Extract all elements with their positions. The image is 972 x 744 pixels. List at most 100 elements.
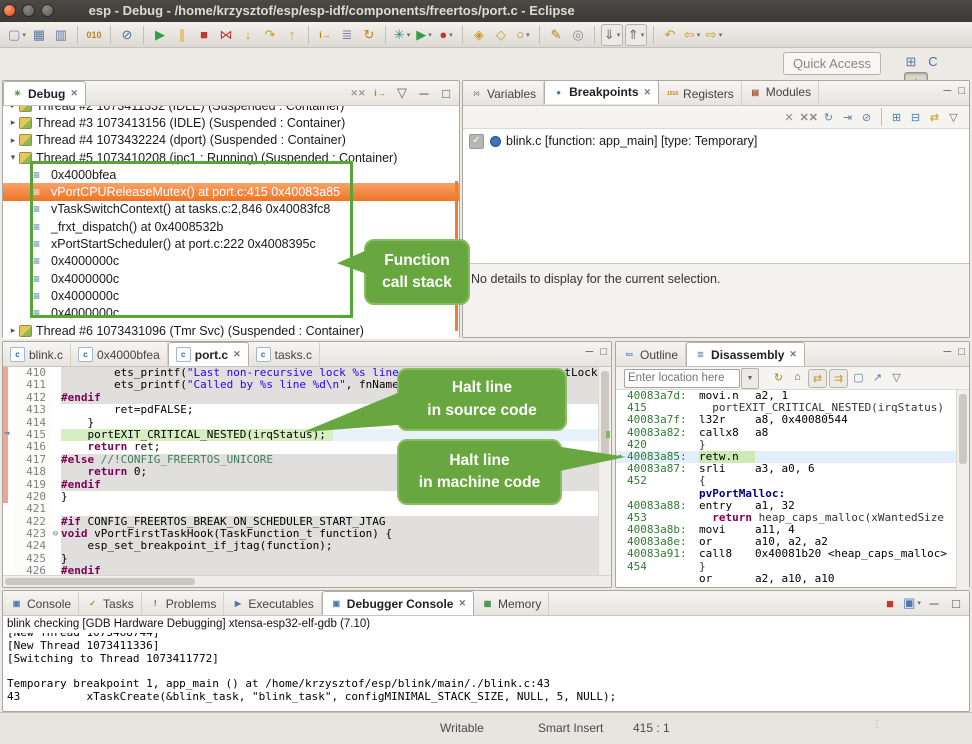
minimize-icon[interactable]: ─	[924, 593, 944, 613]
view-menu-icon[interactable]: ▽	[392, 83, 412, 103]
breakpoint-list-item[interactable]: ✓ blink.c [function: app_main] [type: Te…	[463, 129, 969, 150]
disasm-instruction-row[interactable]: 40083a7f:l32ra8, 0x40080544	[616, 414, 969, 426]
stack-frame[interactable]: ≡vTaskSwitchContext() at tasks.c:2,846 0…	[3, 201, 459, 218]
window-minimize-button[interactable]	[22, 4, 35, 17]
statusbar-drag-handle[interactable]: ⋮	[872, 719, 881, 730]
editor-annotation-column[interactable]	[3, 466, 14, 478]
open-perspective-icon[interactable]: ⊞	[901, 52, 921, 72]
terminate-icon[interactable]: ■	[194, 25, 214, 45]
mark-occurrences-icon[interactable]: ◎	[568, 25, 588, 45]
editor-line-424[interactable]: 424 esp_set_breakpoint_if_jtag(function)…	[3, 540, 599, 552]
binary-counter-icon[interactable]: 010	[84, 25, 104, 45]
next-annotation-icon[interactable]: ⇓▾	[601, 24, 623, 46]
maximize-button[interactable]: □	[958, 346, 965, 358]
thread-row[interactable]: ▾Thread #5 1073410208 (ipc1 : Running) (…	[3, 149, 459, 166]
track-pc-toggle-icon[interactable]: ⇉	[829, 369, 848, 388]
line-number[interactable]: 418	[14, 466, 50, 478]
back-history-icon[interactable]: ↶	[660, 25, 680, 45]
line-number[interactable]: 424	[14, 540, 50, 552]
thread-row[interactable]: ▸Thread #2 1073411332 (IDLE) (Suspended …	[3, 106, 459, 114]
use-step-filters-icon[interactable]: ≣	[337, 25, 357, 45]
back-icon[interactable]: ⇦▾	[682, 25, 702, 45]
line-number[interactable]: 411	[14, 379, 50, 391]
open-resource-icon[interactable]: ◇	[491, 25, 511, 45]
editor-line-420[interactable]: 420}	[3, 491, 599, 503]
debug-icon[interactable]: ✳▾	[392, 25, 412, 45]
disasm-source-row[interactable]: 454}	[616, 561, 969, 573]
editor-annotation-column[interactable]	[3, 503, 14, 515]
open-element-icon[interactable]: ◈	[469, 25, 489, 45]
home-icon[interactable]: ⌂	[789, 369, 806, 386]
tab-registers[interactable]: 1010Registers	[659, 82, 742, 105]
editor-line-419[interactable]: 419#endif	[3, 479, 599, 491]
collapse-all-icon[interactable]: ⊟	[907, 109, 924, 126]
tab-close-icon[interactable]: ✕	[70, 88, 78, 99]
location-input[interactable]	[624, 369, 740, 388]
maximize-icon[interactable]: □	[946, 593, 966, 613]
view-menu-icon[interactable]: ▽	[888, 369, 905, 386]
tab-disassembly[interactable]: ≣Disassembly✕	[686, 342, 805, 366]
save-all-icon[interactable]: ▥	[51, 25, 71, 45]
tab-breakpoints[interactable]: ●Breakpoints✕	[544, 80, 659, 104]
disasm-source-row[interactable]: 452{	[616, 475, 969, 487]
window-close-button[interactable]	[3, 4, 16, 17]
forward-icon[interactable]: ⇨▾	[704, 25, 724, 45]
link-with-debug-icon[interactable]: ⇄	[926, 109, 943, 126]
stack-frame[interactable]: ≡0x4000000c	[3, 253, 459, 270]
tree-twisty-icon[interactable]: ▸	[7, 117, 19, 128]
line-number[interactable]: 416	[14, 441, 50, 453]
save-icon[interactable]: ▦	[29, 25, 49, 45]
thread-row[interactable]: ▸Thread #3 1073413156 (IDLE) (Suspended …	[3, 114, 459, 131]
disasm-label-row[interactable]: pvPortMalloc:	[616, 488, 969, 500]
tab-tasks-c[interactable]: ctasks.c	[249, 343, 320, 366]
minimize-button[interactable]: ─	[944, 85, 952, 97]
editor-annotation-column[interactable]	[3, 367, 14, 379]
disasm-instruction-row[interactable]: 40083a82:callx8a8	[616, 427, 969, 439]
tab-close-icon[interactable]: ✕	[644, 87, 652, 98]
tab-executables[interactable]: ▶Executables	[224, 592, 321, 615]
line-number[interactable]: 421	[14, 503, 50, 515]
editor-vertical-scrollbar[interactable]	[598, 367, 611, 577]
open-new-view-icon[interactable]: ↗	[869, 369, 886, 386]
stack-frame[interactable]: ≡0x4000bfea	[3, 166, 459, 183]
disconnect-icon[interactable]: ⋈	[216, 25, 236, 45]
tab-modules[interactable]: ▤Modules	[742, 81, 819, 104]
source-editor[interactable]: 410 ets_printf("Last non-recursive lock …	[3, 367, 611, 588]
tab-variables[interactable]: (x)Variables	[463, 82, 544, 105]
editor-annotation-column[interactable]	[3, 540, 14, 552]
editor-annotation-column[interactable]	[3, 516, 14, 528]
tab-memory[interactable]: ▦Memory	[474, 592, 549, 615]
tab-close-icon[interactable]: ✕	[233, 349, 241, 360]
maximize-button[interactable]: □	[958, 85, 965, 97]
display-selected-console-icon[interactable]: ▣▾	[902, 593, 922, 613]
step-over-icon[interactable]: ↷	[260, 25, 280, 45]
external-tools-icon[interactable]: ●▾	[436, 25, 456, 45]
last-edit-location-icon[interactable]: ✎	[546, 25, 566, 45]
stack-frame[interactable]: ≡_frxt_dispatch() at 0x4008532b	[3, 218, 459, 235]
editor-annotation-column[interactable]: ⇒	[3, 429, 14, 441]
step-into-icon[interactable]: ↓	[238, 25, 258, 45]
go-to-file-icon[interactable]: ⇥	[839, 109, 856, 126]
fold-marker-icon[interactable]: ⊖	[50, 528, 61, 540]
editor-annotation-column[interactable]	[3, 392, 14, 404]
expand-all-icon[interactable]: ⊞	[888, 109, 905, 126]
resume-icon[interactable]: ▶	[150, 25, 170, 45]
new-view-icon[interactable]: ▢	[850, 369, 867, 386]
tree-twisty-icon[interactable]: ▸	[7, 325, 19, 336]
line-number[interactable]: 413	[14, 404, 50, 416]
new-icon[interactable]: ▢▾	[7, 25, 27, 45]
terminate-console-icon[interactable]: ■	[880, 593, 900, 613]
skip-all-breakpoints-icon[interactable]: ⊘	[117, 25, 137, 45]
tab-0x4000bfea[interactable]: c0x4000bfea	[71, 343, 168, 366]
instruction-stepping-mode-icon[interactable]: i→	[370, 83, 390, 103]
restart-icon[interactable]: ↻	[359, 25, 379, 45]
editor-annotation-column[interactable]	[3, 379, 14, 391]
tab-port-c[interactable]: cport.c✕	[168, 342, 249, 366]
tab-tasks[interactable]: ✓Tasks	[79, 592, 142, 615]
disassembly-scrollbar[interactable]	[956, 390, 969, 589]
skip-all-breakpoints-toggle-icon[interactable]: ⊘	[858, 109, 875, 126]
editor-annotation-column[interactable]	[3, 491, 14, 503]
refresh-icon[interactable]: ↻	[770, 369, 787, 386]
minimize-button[interactable]: ─	[944, 346, 952, 358]
stack-frame[interactable]: ≡xPortStartScheduler() at port.c:222 0x4…	[3, 235, 459, 252]
